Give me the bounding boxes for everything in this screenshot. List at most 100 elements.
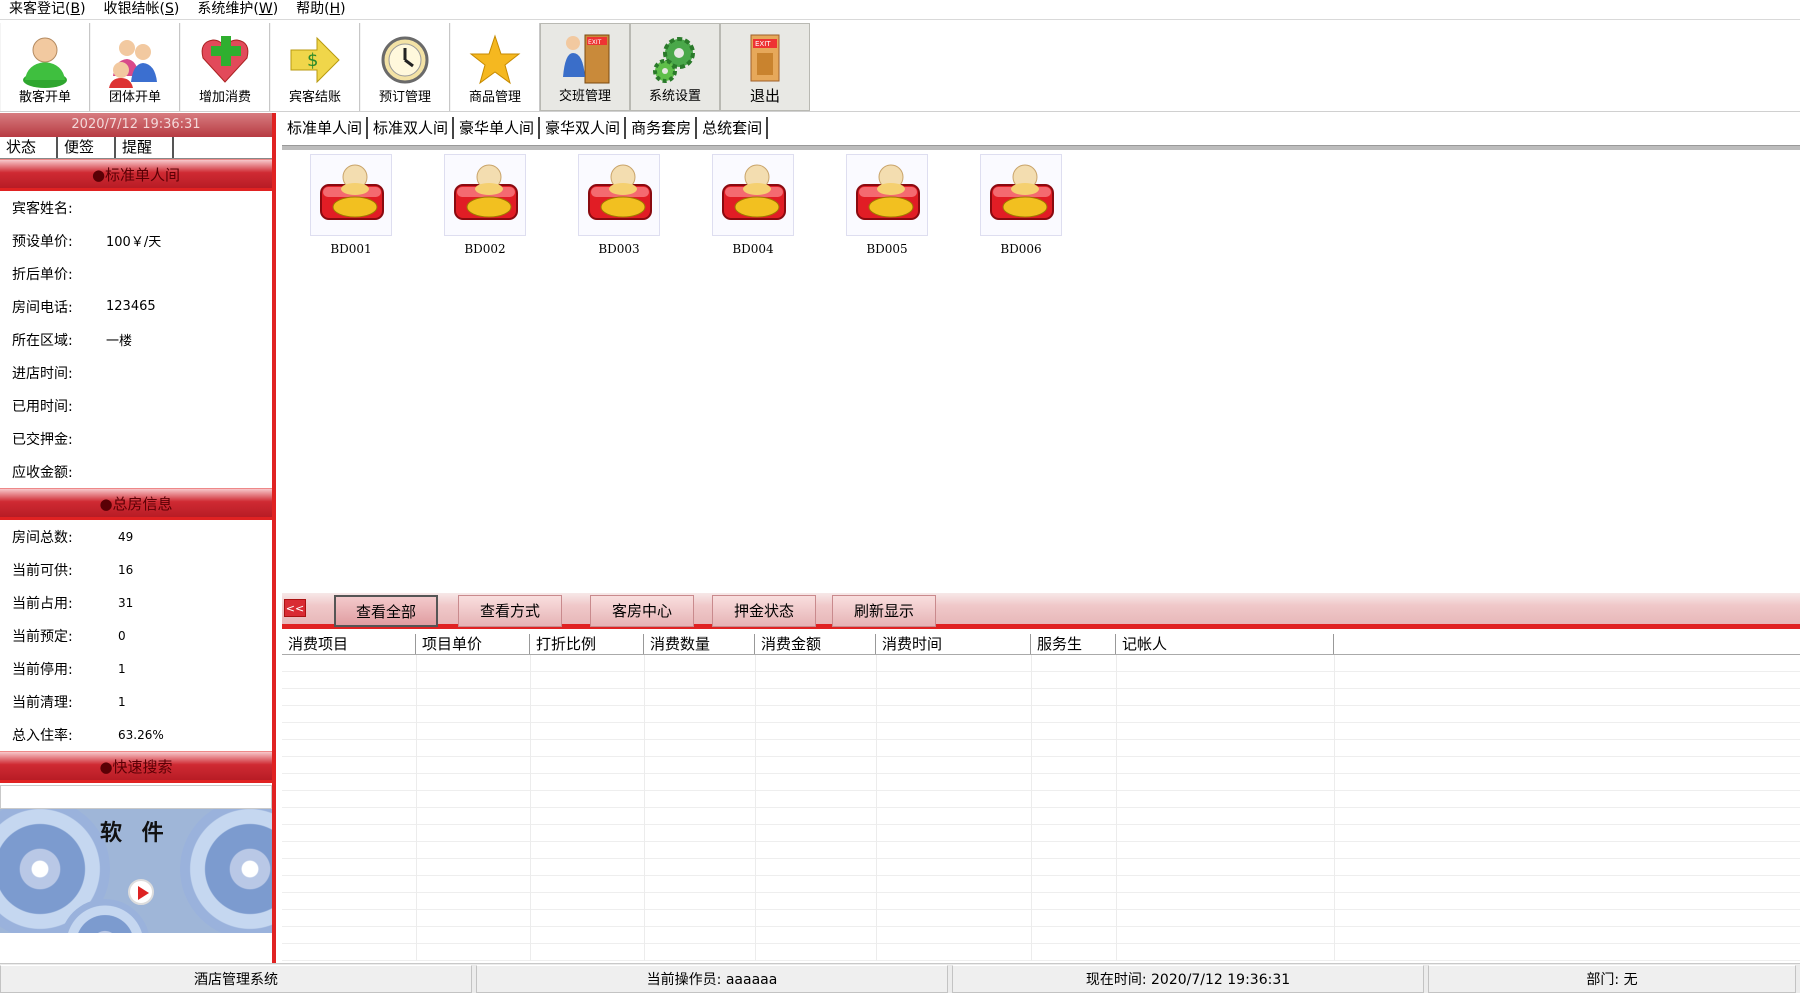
column-divider bbox=[1334, 655, 1335, 961]
walkin-order-button[interactable]: 散客开单 bbox=[0, 23, 90, 111]
table-row bbox=[282, 927, 1800, 944]
column-header[interactable]: 消费金额 bbox=[755, 634, 876, 654]
info-label: 预设单价: bbox=[12, 233, 73, 250]
occupied-room-icon bbox=[980, 154, 1062, 236]
info-value: 63.26% bbox=[118, 727, 164, 742]
menu-accel: B bbox=[70, 1, 81, 17]
tab-standard-double[interactable]: 标准双人间 bbox=[368, 117, 455, 139]
toolbar: 散客开单 团体开单 增加消费 $ 宾客结账 预订管理 商品管理 EXIT 交班管… bbox=[0, 21, 1800, 112]
info-label: 当前可供: bbox=[12, 562, 73, 579]
column-header[interactable]: 打折比例 bbox=[530, 634, 644, 654]
info-row: 当前清理: 1 bbox=[0, 685, 272, 718]
table-row bbox=[282, 842, 1800, 859]
room-tile[interactable]: BD003 bbox=[552, 152, 686, 260]
room-tile[interactable]: BD002 bbox=[418, 152, 552, 260]
table-row bbox=[282, 672, 1800, 689]
menu-label-end: ) bbox=[340, 1, 346, 17]
info-value: 1 bbox=[118, 661, 126, 676]
system-settings-button[interactable]: 系统设置 bbox=[630, 23, 720, 111]
room-tile[interactable]: BD005 bbox=[820, 152, 954, 260]
menu-label-end: ) bbox=[173, 1, 180, 17]
shift-manage-label: 交班管理 bbox=[558, 89, 611, 104]
tab-deluxe-single[interactable]: 豪华单人间 bbox=[454, 117, 541, 139]
occupied-room-icon bbox=[310, 154, 392, 236]
status-operator: 当前操作员: aaaaaa bbox=[476, 965, 948, 993]
room-tile[interactable]: BD006 bbox=[954, 152, 1088, 260]
svg-text:EXIT: EXIT bbox=[755, 40, 771, 48]
info-label: 宾客姓名: bbox=[12, 200, 73, 217]
menu-system-maintenance[interactable]: 系统维护(W) bbox=[188, 0, 287, 20]
column-header[interactable]: 消费项目 bbox=[282, 634, 416, 654]
tab-status[interactable]: 状态 bbox=[0, 137, 58, 158]
occupied-room-icon bbox=[846, 154, 928, 236]
info-value: 123465 bbox=[106, 299, 156, 314]
column-divider bbox=[644, 655, 645, 961]
star-icon bbox=[469, 34, 521, 85]
table-row bbox=[282, 825, 1800, 842]
occupied-room-icon bbox=[444, 154, 526, 236]
menu-label-end: ) bbox=[80, 1, 86, 17]
column-header[interactable]: 消费数量 bbox=[644, 634, 755, 654]
info-label: 当前占用: bbox=[12, 595, 73, 612]
shift-manage-button[interactable]: EXIT 交班管理 bbox=[540, 23, 630, 111]
goods-manage-label: 商品管理 bbox=[468, 90, 521, 105]
play-icon[interactable] bbox=[128, 879, 154, 905]
walkin-order-label: 散客开单 bbox=[18, 90, 71, 105]
table-row bbox=[282, 740, 1800, 757]
info-row: 所在区域: 一楼 bbox=[0, 323, 272, 356]
exit-label: 退出 bbox=[749, 87, 780, 105]
tab-standard-single[interactable]: 标准单人间 bbox=[282, 117, 369, 139]
room-tile[interactable]: BD001 bbox=[284, 152, 418, 260]
info-row: 当前占用: 31 bbox=[0, 586, 272, 619]
info-label: 进店时间: bbox=[12, 365, 73, 382]
reservation-manage-button[interactable]: 预订管理 bbox=[360, 23, 450, 111]
status-app-name: 酒店管理系统 bbox=[0, 965, 472, 993]
system-settings-label: 系统设置 bbox=[648, 89, 701, 104]
info-row: 房间电话: 123465 bbox=[0, 290, 272, 323]
group-icon bbox=[109, 40, 157, 88]
menu-help[interactable]: 帮助(H) bbox=[287, 0, 354, 20]
goods-manage-button[interactable]: 商品管理 bbox=[450, 23, 540, 111]
info-row: 应收金额: bbox=[0, 455, 272, 488]
tab-notes[interactable]: 便签 bbox=[58, 137, 116, 158]
view-all-button[interactable]: 查看全部 bbox=[334, 595, 438, 627]
menu-accel: W bbox=[258, 1, 273, 17]
tab-presidential-suite[interactable]: 总统套间 bbox=[697, 117, 769, 139]
view-mode-button[interactable]: 查看方式 bbox=[458, 595, 562, 627]
add-consumption-label: 增加消费 bbox=[198, 90, 251, 105]
room-info-list: 宾客姓名: 预设单价: 100￥/天 折后单价: 房间电话: 123465 所在区域: 一楼进… bbox=[0, 191, 272, 488]
info-label: 所在区域: bbox=[12, 332, 73, 349]
collapse-button[interactable]: << bbox=[284, 599, 306, 617]
room-grid: BD001 BD002 BD003 BD004 BD005 BD006 bbox=[282, 152, 1800, 592]
table-row bbox=[282, 757, 1800, 774]
room-tile[interactable]: BD004 bbox=[686, 152, 820, 260]
column-header[interactable]: 服务生 bbox=[1031, 634, 1116, 654]
svg-text:EXIT: EXIT bbox=[588, 39, 602, 46]
group-order-button[interactable]: 团体开单 bbox=[90, 23, 180, 111]
table-row bbox=[282, 655, 1800, 672]
column-header[interactable]: 项目单价 bbox=[416, 634, 530, 654]
tab-deluxe-double[interactable]: 豪华双人间 bbox=[540, 117, 627, 139]
menu-cashier[interactable]: 收银结帐(S) bbox=[95, 0, 189, 20]
add-consumption-button[interactable]: 增加消费 bbox=[180, 23, 270, 111]
column-divider bbox=[1116, 655, 1117, 961]
occupied-room-icon bbox=[578, 154, 660, 236]
table-row bbox=[282, 706, 1800, 723]
info-row: 房间总数: 49 bbox=[0, 520, 272, 553]
info-label: 当前停用: bbox=[12, 661, 73, 678]
quick-search-input[interactable] bbox=[0, 785, 272, 809]
column-header[interactable]: 记帐人 bbox=[1116, 634, 1334, 654]
column-divider bbox=[416, 655, 417, 961]
tab-reminder[interactable]: 提醒 bbox=[116, 137, 174, 158]
room-center-button[interactable]: 客房中心 bbox=[590, 595, 694, 627]
menu-guest-register[interactable]: 来客登记(B) bbox=[0, 0, 95, 20]
exit-button[interactable]: EXIT 退出 bbox=[720, 23, 810, 111]
guest-checkout-button[interactable]: $ 宾客结账 bbox=[270, 23, 360, 111]
refresh-display-button[interactable]: 刷新显示 bbox=[832, 595, 936, 627]
column-header[interactable]: 消费时间 bbox=[876, 634, 1031, 654]
table-row bbox=[282, 876, 1800, 893]
info-row: 进店时间: bbox=[0, 356, 272, 389]
menu-bar: 来客登记(B) 收银结帐(S) 系统维护(W) 帮助(H) bbox=[0, 0, 1800, 20]
deposit-status-button[interactable]: 押金状态 bbox=[712, 595, 816, 627]
tab-business-suite[interactable]: 商务套房 bbox=[626, 117, 698, 139]
